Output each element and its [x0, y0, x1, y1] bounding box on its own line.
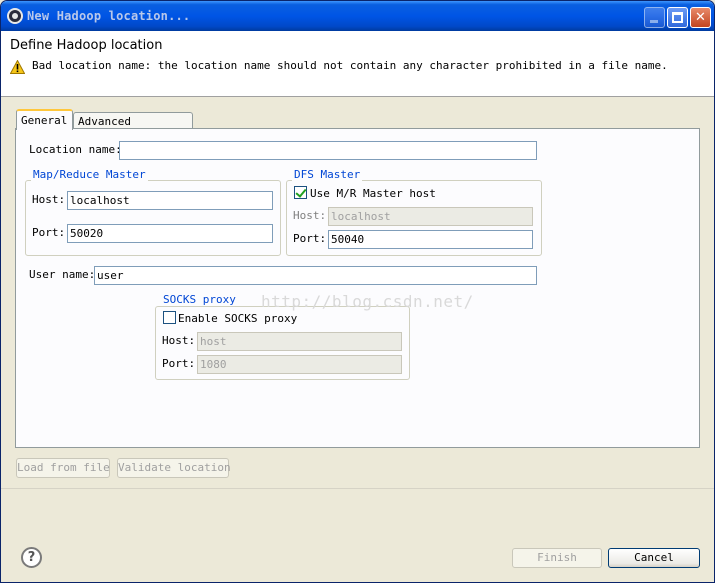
help-icon[interactable]: ? — [21, 547, 42, 568]
title-bar[interactable]: New Hadoop location... ✕ — [1, 1, 714, 31]
socks-port-label: Port: — [162, 357, 196, 370]
error-message: Bad location name: the location name sho… — [32, 59, 668, 72]
maximize-button[interactable] — [667, 7, 688, 28]
wizard-header: Define Hadoop location Bad location name… — [1, 31, 714, 97]
tab-general[interactable]: General — [16, 109, 73, 130]
enable-socks-proxy-checkbox[interactable] — [163, 311, 176, 324]
dfs-host-input[interactable]: localhost — [328, 207, 533, 226]
warning-icon — [10, 60, 25, 74]
maximize-icon — [672, 12, 683, 23]
socks-proxy-title: SOCKS proxy — [161, 293, 238, 306]
enable-socks-proxy-label: Enable SOCKS proxy — [178, 312, 298, 325]
page-title: Define Hadoop location — [10, 38, 163, 53]
tab-label: General — [21, 114, 68, 127]
location-name-input[interactable] — [119, 141, 537, 160]
tab-advanced-parameters[interactable]: Advanced parameters — [73, 112, 193, 141]
socks-port-input[interactable]: 1080 — [197, 355, 402, 374]
close-icon: ✕ — [695, 10, 706, 25]
watermark-text: http://blog.csdn.net/ — [261, 292, 474, 311]
mr-port-label: Port: — [32, 226, 66, 239]
general-tab-panel: Location name: Map/Reduce Master Host: l… — [15, 128, 700, 448]
dfs-host-label: Host: — [293, 209, 327, 222]
dfs-port-input[interactable]: 50040 — [328, 230, 533, 249]
dfs-master-title: DFS Master — [292, 168, 363, 181]
footer-divider — [1, 488, 714, 489]
cancel-button[interactable]: Cancel — [608, 548, 700, 568]
validate-location-button[interactable]: Validate location — [117, 458, 231, 478]
socks-host-label: Host: — [162, 334, 196, 347]
mr-host-label: Host: — [32, 193, 66, 206]
load-from-file-button[interactable]: Load from file — [16, 458, 110, 478]
dfs-port-label: Port: — [293, 232, 327, 245]
location-name-label: Location name: — [29, 143, 122, 156]
mr-host-input[interactable]: localhost — [67, 191, 273, 210]
window-title: New Hadoop location... — [27, 9, 191, 23]
user-name-label: User name: — [29, 268, 96, 281]
minimize-button[interactable] — [644, 7, 665, 28]
mr-port-input[interactable]: 50020 — [67, 224, 273, 243]
minimize-icon — [650, 20, 658, 23]
dialog-window: New Hadoop location... ✕ Define Hadoop l… — [0, 0, 715, 583]
socks-host-input[interactable]: host — [197, 332, 402, 351]
use-mr-master-host-checkbox[interactable] — [294, 186, 307, 199]
eclipse-icon — [7, 8, 23, 24]
mr-master-title: Map/Reduce Master — [31, 168, 148, 181]
finish-button[interactable]: Finish — [512, 548, 602, 568]
user-name-input[interactable]: user — [94, 266, 537, 285]
use-mr-master-host-label: Use M/R Master host — [310, 187, 436, 200]
close-button[interactable]: ✕ — [690, 7, 711, 28]
